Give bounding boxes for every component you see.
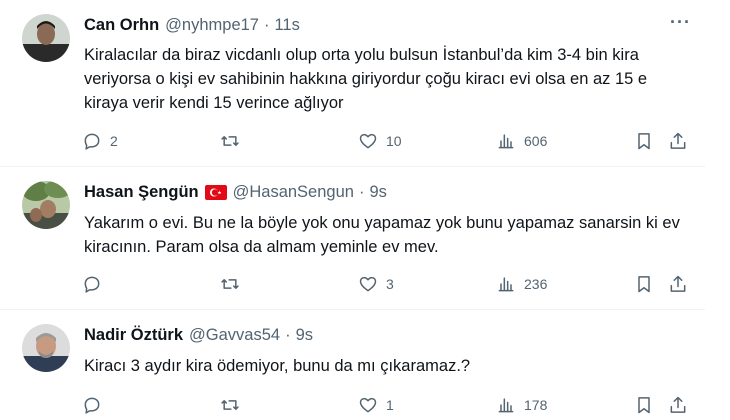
separator: · xyxy=(285,326,291,344)
reply-button[interactable] xyxy=(82,272,110,296)
share-button[interactable] xyxy=(668,129,688,153)
timestamp[interactable]: 11s xyxy=(274,16,299,35)
bookmark-icon xyxy=(638,133,650,150)
views-button[interactable]: 178 xyxy=(496,393,547,417)
share-icon xyxy=(670,275,686,292)
tweet-actions: 1 178 xyxy=(80,393,700,417)
tweet-text: Kiracı 3 aydır kira ödemiyor, bunu da mı… xyxy=(84,357,471,375)
avatar[interactable] xyxy=(22,14,70,62)
tweet-actions: 3 236 xyxy=(80,272,700,296)
retweet-icon xyxy=(221,279,239,289)
share-icon xyxy=(670,396,686,413)
reply-icon xyxy=(84,133,100,150)
reply-icon xyxy=(84,397,100,414)
like-button[interactable]: 3 xyxy=(358,272,394,296)
retweet-button[interactable] xyxy=(220,393,248,417)
like-button[interactable]: 1 xyxy=(358,393,394,417)
views-icon xyxy=(498,134,514,149)
like-count: 1 xyxy=(386,397,394,413)
views-icon xyxy=(498,277,514,292)
reply-count: 2 xyxy=(110,133,118,149)
tweet-actions: 2 10 606 xyxy=(80,129,700,153)
reply-button[interactable]: 2 xyxy=(82,129,118,153)
bookmark-button[interactable] xyxy=(634,393,654,417)
retweet-button[interactable] xyxy=(220,272,248,296)
author-name[interactable]: Can Orhn xyxy=(84,16,159,35)
like-button[interactable]: 10 xyxy=(358,129,402,153)
bookmark-icon xyxy=(638,397,650,414)
avatar[interactable] xyxy=(22,324,70,372)
separator: · xyxy=(358,183,365,201)
timestamp[interactable]: 9s xyxy=(296,326,313,345)
tweet-1[interactable]: Can Orhn @nyhmpe17 · 11s ··· Kiralacılar… xyxy=(0,0,730,165)
bookmark-button[interactable] xyxy=(634,272,654,296)
separator: · xyxy=(263,16,270,34)
reply-button[interactable] xyxy=(82,393,110,417)
like-icon xyxy=(359,133,377,149)
retweet-icon xyxy=(221,136,239,146)
tweet-header: Hasan Şengün @HasanSengun · 9s xyxy=(84,183,387,202)
avatar[interactable] xyxy=(22,181,70,229)
bookmark-button[interactable] xyxy=(634,129,654,153)
author-handle[interactable]: @HasanSengun xyxy=(233,183,354,202)
views-count: 178 xyxy=(524,397,548,413)
views-count: 606 xyxy=(524,133,548,149)
like-count: 10 xyxy=(386,133,402,149)
tweet-text: Kiralacılar da biraz vicdanlı olup orta … xyxy=(84,46,648,112)
retweet-icon xyxy=(221,400,239,410)
tweet-2[interactable]: Hasan Şengün @HasanSengun · 9s Yakarım o… xyxy=(0,167,730,307)
like-count: 3 xyxy=(386,276,394,292)
share-icon xyxy=(670,132,686,149)
author-name[interactable]: Hasan Şengün xyxy=(84,183,199,202)
views-count: 236 xyxy=(524,276,548,292)
timestamp[interactable]: 9s xyxy=(369,183,386,202)
bookmark-icon xyxy=(638,276,650,293)
tweet-header: Can Orhn @nyhmpe17 · 11s xyxy=(84,16,300,35)
share-button[interactable] xyxy=(668,393,688,417)
like-icon xyxy=(359,397,377,413)
views-icon xyxy=(498,398,514,413)
views-button[interactable]: 236 xyxy=(496,272,547,296)
like-icon xyxy=(359,276,377,292)
author-name[interactable]: Nadir Öztürk xyxy=(84,326,183,345)
tweet-3[interactable]: Nadir Öztürk @Gavvas54 · 9s Kiracı 3 ayd… xyxy=(0,310,730,420)
turkish-flag-icon xyxy=(204,185,227,200)
author-handle[interactable]: @Gavvas54 xyxy=(189,326,280,345)
retweet-button[interactable] xyxy=(220,129,248,153)
share-button[interactable] xyxy=(668,272,688,296)
author-handle[interactable]: @nyhmpe17 xyxy=(165,16,259,35)
reply-icon xyxy=(84,276,100,293)
more-icon[interactable]: ··· xyxy=(670,12,691,33)
views-button[interactable]: 606 xyxy=(496,129,547,153)
tweet-header: Nadir Öztürk @Gavvas54 · 9s xyxy=(84,326,313,345)
tweet-text: Yakarım o evi. Bu ne la böyle yok onu ya… xyxy=(84,214,680,256)
